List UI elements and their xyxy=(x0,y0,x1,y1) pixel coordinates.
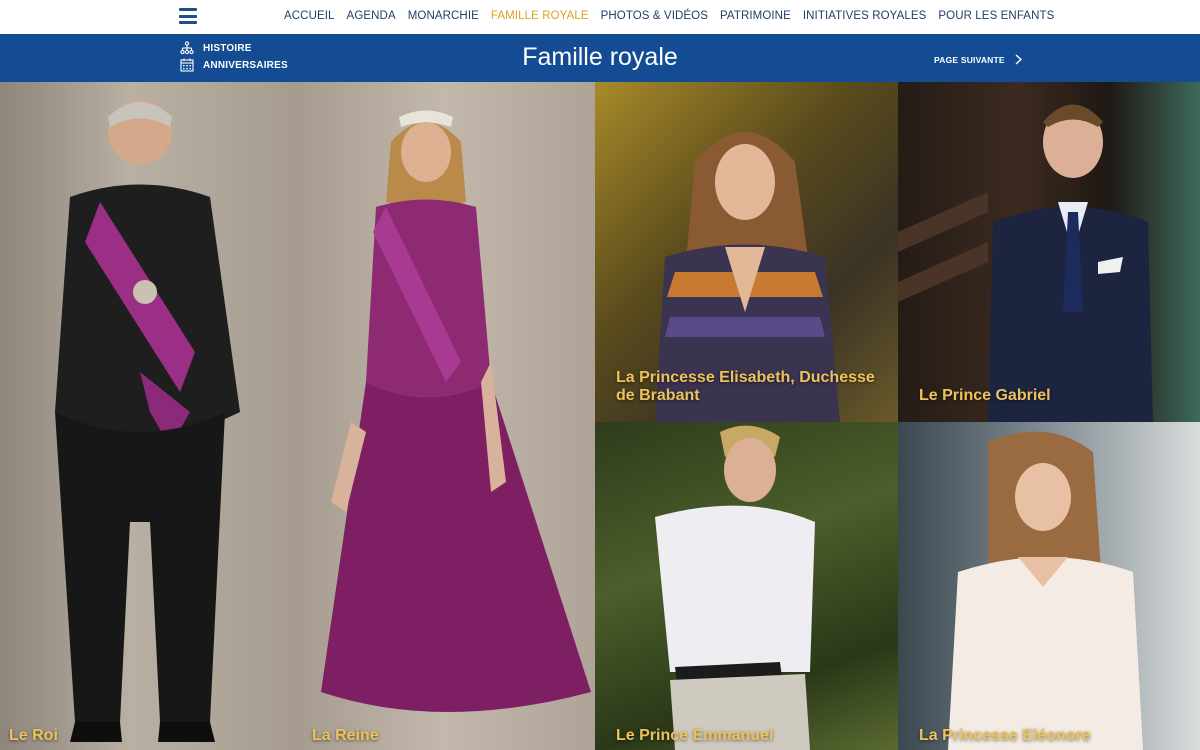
section-header: HISTOIRE ANNIVERSAIRES Famille royale PA… xyxy=(0,34,1200,82)
next-page-link[interactable]: PAGE SUIVANTE xyxy=(934,54,1022,65)
nav-item-famille-royale[interactable]: FAMILLE ROYALE xyxy=(491,10,589,22)
prince-emmanuel-photo xyxy=(655,425,815,750)
nav-item-patrimoine[interactable]: PATRIMOINE xyxy=(720,10,791,22)
hamburger-menu-icon[interactable] xyxy=(179,8,197,24)
chevron-right-icon xyxy=(1015,54,1022,65)
nav-item-pour-les-enfants[interactable]: POUR LES ENFANTS xyxy=(938,10,1054,22)
king-portrait-photo xyxy=(55,100,240,742)
nav-item-accueil[interactable]: ACCUEIL xyxy=(284,10,335,22)
member-card-princesse-elisabeth[interactable]: La Princesse Elisabeth, Duchesse de Brab… xyxy=(595,82,898,422)
member-card-le-roi[interactable]: Le Roi xyxy=(0,82,291,750)
next-page-label: PAGE SUIVANTE xyxy=(934,54,1005,65)
member-name: La Princesse Elisabeth, Duchesse de Brab… xyxy=(616,369,875,404)
member-name: Le Roi xyxy=(9,727,58,744)
nav-item-initiatives-royales[interactable]: INITIATIVES ROYALES xyxy=(803,10,927,22)
member-name: La Reine xyxy=(312,727,379,744)
member-card-prince-emmanuel[interactable]: Le Prince Emmanuel xyxy=(595,422,898,750)
prince-gabriel-photo xyxy=(898,104,1153,422)
queen-portrait-photo xyxy=(321,110,591,712)
member-name: La Princesse Eléonore xyxy=(919,727,1091,744)
top-navigation: ACCUEIL AGENDA MONARCHIE FAMILLE ROYALE … xyxy=(0,0,1200,34)
princess-eleonore-photo xyxy=(948,431,1143,750)
main-nav: ACCUEIL AGENDA MONARCHIE FAMILLE ROYALE … xyxy=(284,10,1054,22)
nav-item-monarchie[interactable]: MONARCHIE xyxy=(408,10,479,22)
member-card-prince-gabriel[interactable]: Le Prince Gabriel xyxy=(898,82,1200,422)
member-card-princesse-eleonore[interactable]: La Princesse Eléonore xyxy=(898,422,1200,750)
member-card-la-reine[interactable]: La Reine xyxy=(291,82,595,750)
nav-item-agenda[interactable]: AGENDA xyxy=(347,10,396,22)
nav-item-photos-videos[interactable]: PHOTOS & VIDÉOS xyxy=(601,10,708,22)
member-name: Le Prince Gabriel xyxy=(919,387,1051,404)
member-name: Le Prince Emmanuel xyxy=(616,727,774,744)
